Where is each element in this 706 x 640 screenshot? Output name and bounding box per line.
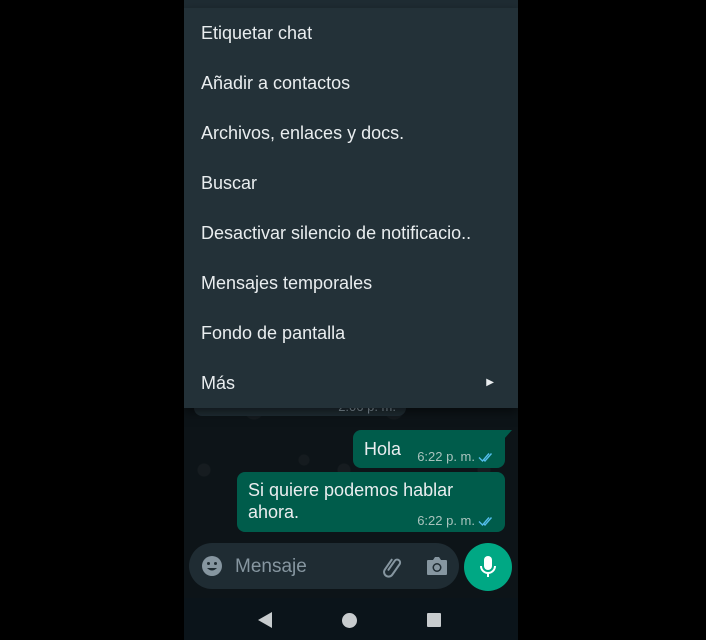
bubble-tail <box>504 430 512 439</box>
message-meta: 6:22 p. m. <box>417 513 496 528</box>
emoji-icon[interactable] <box>201 555 223 577</box>
menu-item-label: Etiquetar chat <box>201 23 313 43</box>
voice-record-button[interactable] <box>464 543 512 591</box>
menu-item-search[interactable]: Buscar <box>184 158 518 208</box>
screen: 2:06 p. m. Hola 6:22 p. m. Si quiere pod… <box>0 0 706 640</box>
menu-item-label: Añadir a contactos <box>201 73 351 93</box>
menu-item-label: Mensajes temporales <box>201 273 373 293</box>
menu-item-more[interactable]: Más ▶ <box>184 358 518 408</box>
menu-item-media-links-docs[interactable]: Archivos, enlaces y docs. <box>184 108 518 158</box>
menu-item-label: Desactivar silencio de notificacio.. <box>201 223 472 243</box>
outgoing-message[interactable]: Si quiere podemos hablar ahora. 6:22 p. … <box>237 472 505 532</box>
paperclip-icon[interactable] <box>381 555 405 579</box>
phone-screen: 2:06 p. m. Hola 6:22 p. m. Si quiere pod… <box>184 0 518 640</box>
menu-item-label-chat[interactable]: Etiquetar chat <box>184 8 518 58</box>
app-bar-edge <box>184 0 518 8</box>
back-icon[interactable] <box>258 612 272 628</box>
message-input[interactable] <box>233 551 377 583</box>
camera-icon[interactable] <box>425 555 449 577</box>
message-composer <box>189 543 459 589</box>
menu-item-add-contact[interactable]: Añadir a contactos <box>184 58 518 108</box>
menu-item-label: Archivos, enlaces y docs. <box>201 123 405 143</box>
menu-item-label: Buscar <box>201 173 258 193</box>
message-time: 6:22 p. m. <box>417 449 475 464</box>
recents-icon[interactable] <box>427 613 441 627</box>
menu-item-label: Más <box>201 373 236 393</box>
menu-item-wallpaper[interactable]: Fondo de pantalla <box>184 308 518 358</box>
message-time: 6:22 p. m. <box>417 513 475 528</box>
home-icon[interactable] <box>342 613 357 628</box>
menu-item-disappearing-messages[interactable]: Mensajes temporales <box>184 258 518 308</box>
double-check-icon <box>478 516 493 526</box>
menu-item-label: Fondo de pantalla <box>201 323 346 343</box>
submenu-arrow-icon: ▶ <box>486 377 494 388</box>
menu-item-unmute-notifications[interactable]: Desactivar silencio de notificacio.. <box>184 208 518 258</box>
double-check-icon <box>478 452 493 462</box>
overflow-menu: Etiquetar chat Añadir a contactos Archiv… <box>184 8 518 408</box>
system-navigation-bar <box>184 598 518 640</box>
outgoing-message[interactable]: Hola 6:22 p. m. <box>353 430 512 468</box>
message-meta: 6:22 p. m. <box>417 449 496 464</box>
microphone-icon <box>480 556 496 577</box>
message-text: Hola <box>364 439 402 459</box>
